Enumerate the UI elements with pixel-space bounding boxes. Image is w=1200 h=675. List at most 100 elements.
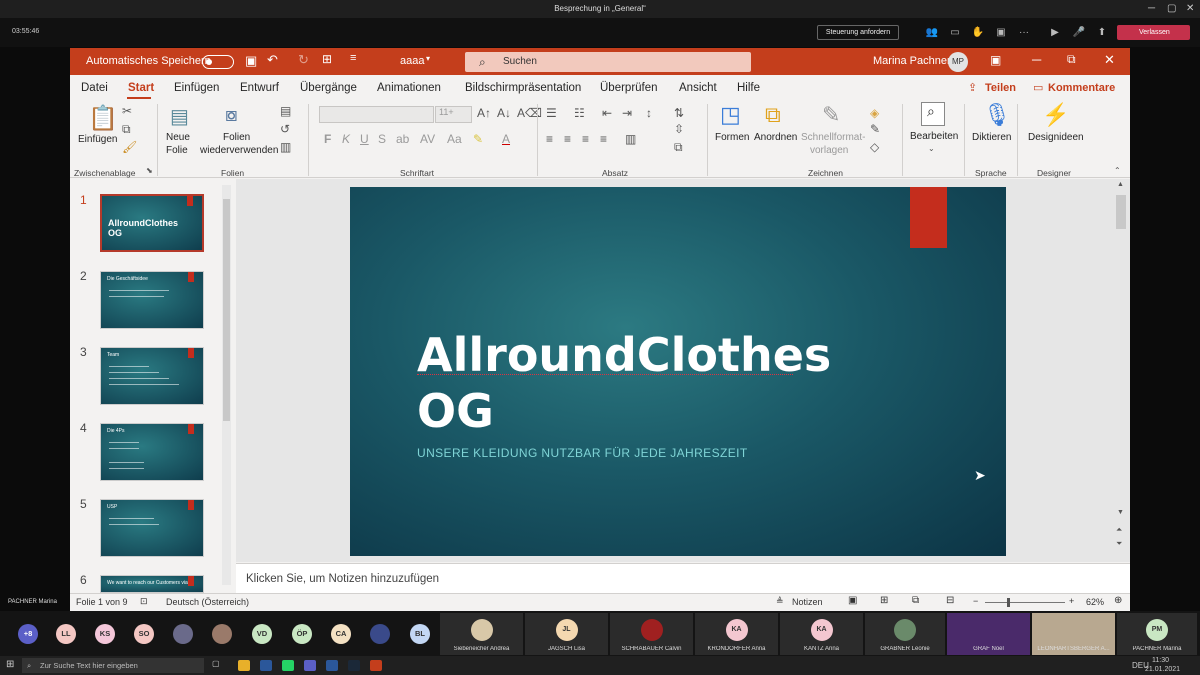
file-explorer-icon[interactable] [238, 660, 250, 671]
scroll-down-icon[interactable]: ▼ [1117, 509, 1124, 516]
text-direction-icon[interactable]: ⇅ [674, 106, 684, 120]
find-icon[interactable]: ⌕ [921, 102, 945, 126]
participant-tile[interactable]: KA KRONDORFER Anna [695, 613, 778, 655]
align-left-icon[interactable]: ≡ [546, 132, 553, 146]
quick-styles-label-1[interactable]: Schnellformat- [801, 132, 865, 144]
participant-avatar[interactable]: ÖP [292, 624, 312, 644]
current-slide[interactable]: AllroundClothes OG UNSERE KLEIDUNG NUTZB… [350, 187, 1006, 556]
reset-icon[interactable]: ↺ [280, 122, 290, 136]
ribbon-display-icon[interactable]: ▣ [990, 53, 1001, 67]
more-actions-icon[interactable]: ··· [1017, 27, 1031, 38]
scroll-up-icon[interactable]: ▲ [1117, 181, 1124, 188]
participant-avatar[interactable]: BL [410, 624, 430, 644]
search-input[interactable]: ⌕ Suchen [465, 52, 751, 72]
accessibility-icon[interactable]: ⊡ [140, 596, 148, 607]
fit-slide-icon[interactable]: ⊕ [1114, 595, 1122, 606]
align-text-icon[interactable]: ⇳ [674, 122, 684, 136]
copy-icon[interactable]: ⧉ [122, 122, 131, 137]
scroll-thumb[interactable] [1116, 195, 1126, 229]
participant-avatar[interactable] [173, 624, 193, 644]
thumbnails-scrollbar[interactable] [222, 185, 231, 585]
request-control-button[interactable]: Steuerung anfordern [817, 25, 899, 40]
section-icon[interactable]: ▥ [280, 140, 291, 154]
participant-avatar[interactable]: VD [252, 624, 272, 644]
slide-subtitle[interactable]: UNSERE KLEIDUNG NUTZBAR FÜR JEDE JAHRESZ… [417, 446, 748, 460]
tab-review[interactable]: Überprüfen [600, 82, 658, 94]
chevron-down-icon[interactable]: ⌄ [928, 144, 935, 153]
rooms-icon[interactable]: ▣ [994, 27, 1008, 38]
notes-placeholder[interactable]: Klicken Sie, um Notizen hinzuzufügen [246, 573, 439, 585]
shadow-button[interactable]: S [378, 132, 386, 146]
format-painter-icon[interactable]: 🖌 [122, 140, 137, 154]
participant-tile[interactable]: GRABNER Leonie [865, 613, 945, 655]
window-minimize-icon[interactable]: ─ [1032, 52, 1041, 67]
dictate-button[interactable]: Diktieren [972, 132, 1011, 144]
camera-off-icon[interactable]: ▶ [1048, 27, 1062, 38]
new-slide-label-1[interactable]: Neue [166, 132, 190, 144]
start-presentation-icon[interactable]: ⊞ [322, 52, 332, 66]
teams-icon[interactable] [304, 660, 316, 671]
slide-thumbnail-6[interactable]: We want to reach our Customers via [100, 575, 204, 593]
tab-view[interactable]: Ansicht [679, 82, 717, 94]
paste-button[interactable]: Einfügen [78, 134, 117, 146]
numbering-icon[interactable]: ☷ [574, 106, 585, 120]
participant-tile[interactable]: KA KANTZ Anna [780, 613, 863, 655]
layout-icon[interactable]: ▤ [280, 104, 291, 118]
strikethrough-icon[interactable]: ab [396, 132, 409, 146]
slide-thumbnail-1[interactable]: AllroundClothes OG [100, 194, 204, 252]
shape-fill-icon[interactable]: ◈ [870, 106, 879, 120]
underline-button[interactable]: U [360, 132, 369, 146]
tab-insert[interactable]: Einfügen [174, 82, 219, 94]
font-size-select[interactable]: 11+ [435, 106, 472, 123]
chat-icon[interactable]: ▭ [948, 27, 962, 38]
font-family-select[interactable] [319, 106, 434, 123]
raise-hand-icon[interactable]: ✋ [971, 27, 985, 38]
powerpoint-icon[interactable] [370, 660, 382, 671]
reuse-slides-icon[interactable]: ⧇ [225, 104, 238, 127]
participant-tile[interactable]: Siebeneicher Andrea [440, 613, 523, 655]
participant-video-tile[interactable]: LEONHARTSBERGER A... [1032, 613, 1115, 655]
taskbar-search-input[interactable]: ⌕ Zur Suche Text hier eingeben [22, 658, 204, 673]
bold-button[interactable]: F [324, 132, 331, 146]
share-button[interactable]: ⇪ Teilen [963, 78, 1021, 98]
align-right-icon[interactable]: ≡ [582, 132, 589, 146]
word-icon[interactable] [260, 660, 272, 671]
participant-video-tile[interactable]: GRAF Noel [947, 613, 1030, 655]
customize-qat-icon[interactable]: ≡ [350, 52, 356, 64]
shape-outline-icon[interactable]: ✎ [870, 122, 880, 136]
participant-avatar[interactable]: SO [134, 624, 154, 644]
participant-avatar[interactable]: CA [331, 624, 351, 644]
maximize-icon[interactable]: ▢ [1167, 3, 1176, 14]
reading-view-icon[interactable]: ⧉ [912, 595, 919, 606]
steam-icon[interactable] [348, 660, 360, 671]
tab-design[interactable]: Entwurf [240, 82, 279, 94]
comments-button[interactable]: ▭ Kommentare [1030, 78, 1120, 98]
increase-font-icon[interactable]: A↑ [477, 106, 491, 120]
spacing-icon[interactable]: AV [420, 132, 435, 146]
participant-avatar[interactable] [212, 624, 232, 644]
shapes-button[interactable]: Formen [715, 132, 749, 144]
outlook-icon[interactable] [326, 660, 338, 671]
align-center-icon[interactable]: ≡ [564, 132, 571, 146]
clock-date[interactable]: 21.01.2021 [1145, 666, 1180, 673]
arrange-button[interactable]: Anordnen [754, 132, 797, 144]
tab-animations[interactable]: Animationen [377, 82, 441, 94]
editing-button[interactable]: Bearbeiten [910, 131, 958, 143]
microphone-icon[interactable]: 🎤 [1072, 27, 1086, 38]
clock-time[interactable]: 11:30 [1152, 657, 1169, 664]
designer-icon[interactable]: ⚡ [1042, 102, 1069, 128]
participant-avatar[interactable]: LL [56, 624, 76, 644]
decrease-font-icon[interactable]: A↓ [497, 106, 511, 120]
shapes-icon[interactable]: ◳ [720, 102, 741, 128]
slide-thumbnail-5[interactable]: USP [100, 499, 204, 557]
zoom-level[interactable]: 62% [1086, 597, 1104, 607]
font-color-button[interactable]: A [502, 132, 510, 146]
participant-tile[interactable]: JL JAGSCH Lisa [525, 613, 608, 655]
shape-effects-icon[interactable]: ◇ [870, 140, 879, 154]
tab-transitions[interactable]: Übergänge [300, 82, 357, 94]
window-close-icon[interactable]: ✕ [1104, 52, 1115, 68]
slide-thumbnail-4[interactable]: Die 4Ps [100, 423, 204, 481]
participant-tile[interactable]: SCHRABAUER Calvin [610, 613, 693, 655]
reuse-slides-label-2[interactable]: wiederverwenden [200, 145, 278, 157]
design-ideas-button[interactable]: Designideen [1028, 132, 1084, 144]
